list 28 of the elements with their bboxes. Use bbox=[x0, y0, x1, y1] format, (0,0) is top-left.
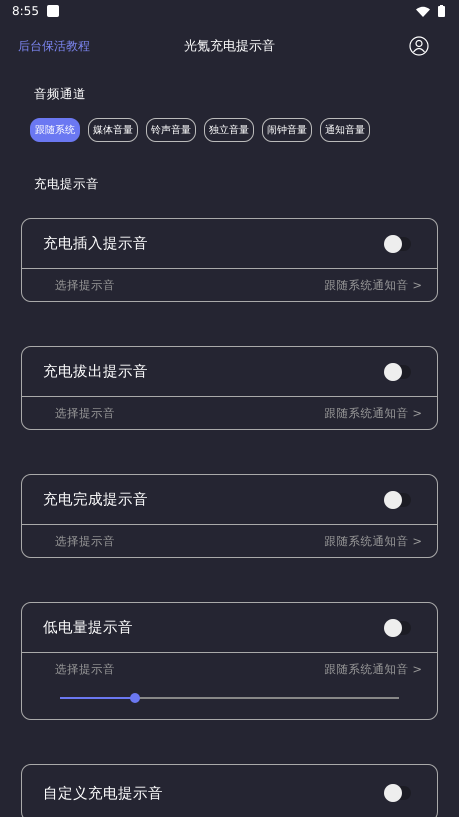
select-label: 选择提示音 bbox=[55, 278, 115, 292]
select-value[interactable]: 跟随系统通知音 > bbox=[324, 662, 422, 676]
card-title: 充电拔出提示音 bbox=[43, 362, 148, 381]
select-label: 选择提示音 bbox=[55, 406, 115, 420]
notification-icon bbox=[46, 5, 59, 17]
channel-chip[interactable]: 通知音量 bbox=[320, 118, 370, 142]
status-time: 8:55 bbox=[12, 4, 39, 18]
app-title: 光氪充电提示音 bbox=[183, 38, 276, 55]
battery-icon bbox=[438, 5, 445, 17]
select-value[interactable]: 跟随系统通知音 > bbox=[324, 534, 422, 548]
channel-chip[interactable]: 媒体音量 bbox=[88, 118, 138, 142]
select-label: 选择提示音 bbox=[55, 662, 115, 676]
channel-chip[interactable]: 闹钟音量 bbox=[262, 118, 312, 142]
channel-chip[interactable]: 跟随系统 bbox=[30, 118, 80, 142]
channel-chip[interactable]: 铃声音量 bbox=[146, 118, 196, 142]
channel-chip[interactable]: 独立音量 bbox=[204, 118, 254, 142]
select-value[interactable]: 跟随系统通知音 > bbox=[324, 406, 422, 420]
select-value[interactable]: 跟随系统通知音 > bbox=[324, 278, 422, 292]
tutorial-link[interactable]: 后台保活教程 bbox=[18, 38, 90, 54]
wifi-icon bbox=[416, 6, 430, 16]
card-title: 充电插入提示音 bbox=[43, 234, 148, 253]
section-label: 音频通道 bbox=[33, 85, 87, 103]
user-icon[interactable] bbox=[409, 36, 429, 56]
card-title: 低电量提示音 bbox=[43, 618, 133, 637]
card-title: 自定义充电提示音 bbox=[43, 784, 163, 802]
card-title: 充电完成提示音 bbox=[43, 490, 148, 509]
select-label: 选择提示音 bbox=[55, 534, 115, 548]
section-label: 充电提示音 bbox=[33, 175, 100, 193]
